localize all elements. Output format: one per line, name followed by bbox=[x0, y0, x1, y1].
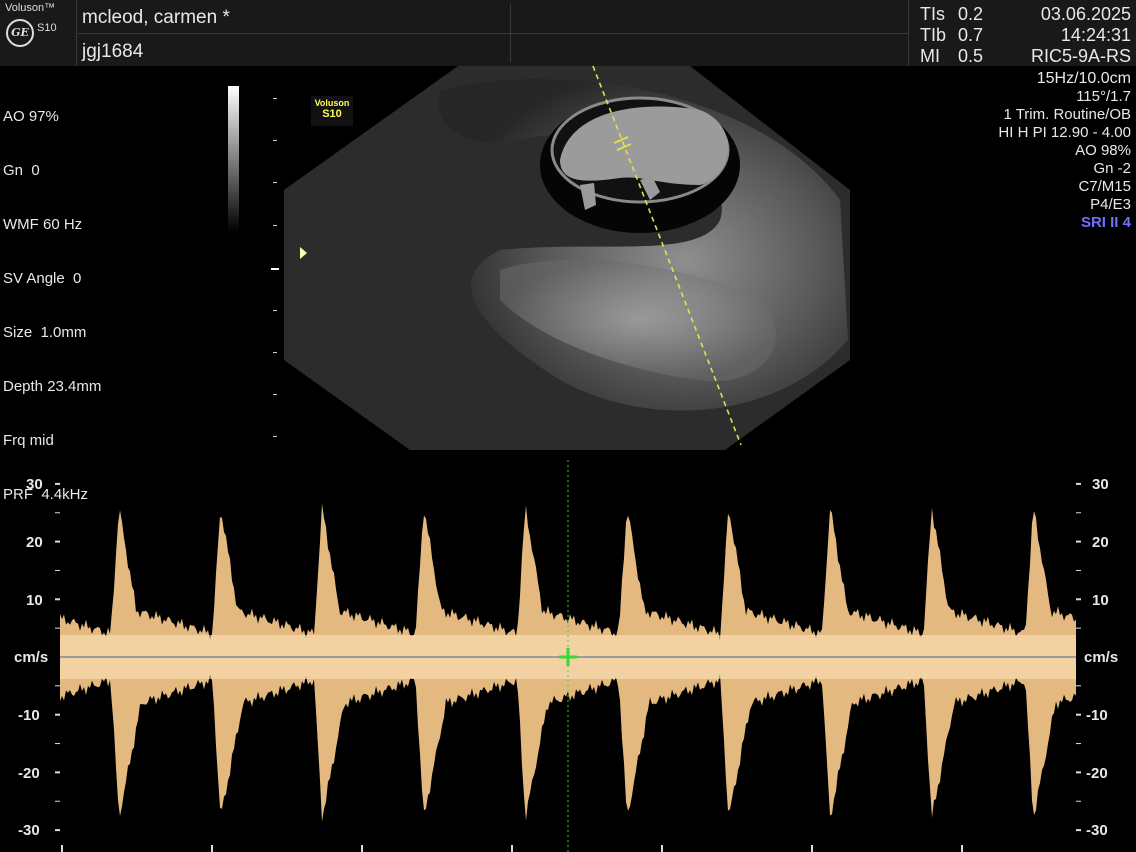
y-tick-left: -10 bbox=[18, 707, 40, 724]
y-tick-right: 30 bbox=[1092, 476, 1109, 493]
param-depth: Depth 23.4mm bbox=[3, 378, 102, 395]
param-preset: 1 Trim. Routine/OB bbox=[1003, 106, 1131, 123]
bmode-image[interactable] bbox=[0, 0, 1136, 460]
param-frame-rate: 15Hz/10.0cm bbox=[1036, 70, 1131, 87]
y-tick-right: -10 bbox=[1086, 707, 1108, 724]
param-wmf: WMF 60 Hz bbox=[3, 216, 83, 233]
param-ao: AO 97% bbox=[3, 108, 59, 125]
param-gain: Gn 0 bbox=[3, 162, 40, 179]
sri-label[interactable]: SRI II 4 bbox=[998, 214, 1131, 232]
y-tick-left: 20 bbox=[26, 534, 43, 551]
param-harmonic: HI H PI 12.90 - 4.00 bbox=[998, 124, 1131, 141]
badge-line2: S10 bbox=[322, 108, 342, 120]
param-ao-right: AO 98% bbox=[1075, 142, 1131, 159]
doppler-spectrum[interactable] bbox=[0, 455, 1136, 852]
y-unit-left: cm/s bbox=[14, 649, 49, 666]
param-sv-angle: SV Angle 0 bbox=[3, 270, 82, 287]
y-tick-left: 10 bbox=[26, 592, 43, 609]
param-size: Size 1.0mm bbox=[3, 324, 87, 341]
param-angle: 115°/1.7 bbox=[1076, 88, 1131, 105]
grayscale-bar bbox=[228, 86, 239, 232]
y-unit-right: cm/s bbox=[1084, 649, 1119, 666]
y-tick-right: -30 bbox=[1086, 822, 1108, 839]
y-tick-right: 10 bbox=[1092, 592, 1109, 609]
param-frq: Frq mid bbox=[3, 432, 54, 449]
depth-scale bbox=[271, 98, 279, 438]
param-gain-right: Gn -2 bbox=[1093, 160, 1131, 177]
y-tick-right: -20 bbox=[1086, 765, 1108, 782]
param-p-e: P4/E3 bbox=[1090, 196, 1131, 213]
y-tick-left: 30 bbox=[26, 476, 43, 493]
y-tick-left: -20 bbox=[18, 765, 40, 782]
right-parameters: 15Hz/10.0cm 115°/1.7 1 Trim. Routine/OB … bbox=[998, 70, 1131, 232]
y-tick-left: -30 bbox=[18, 822, 40, 839]
y-tick-right: 20 bbox=[1092, 534, 1109, 551]
voluson-badge: Voluson S10 bbox=[311, 96, 353, 126]
param-c-m: C7/M15 bbox=[1078, 178, 1131, 195]
